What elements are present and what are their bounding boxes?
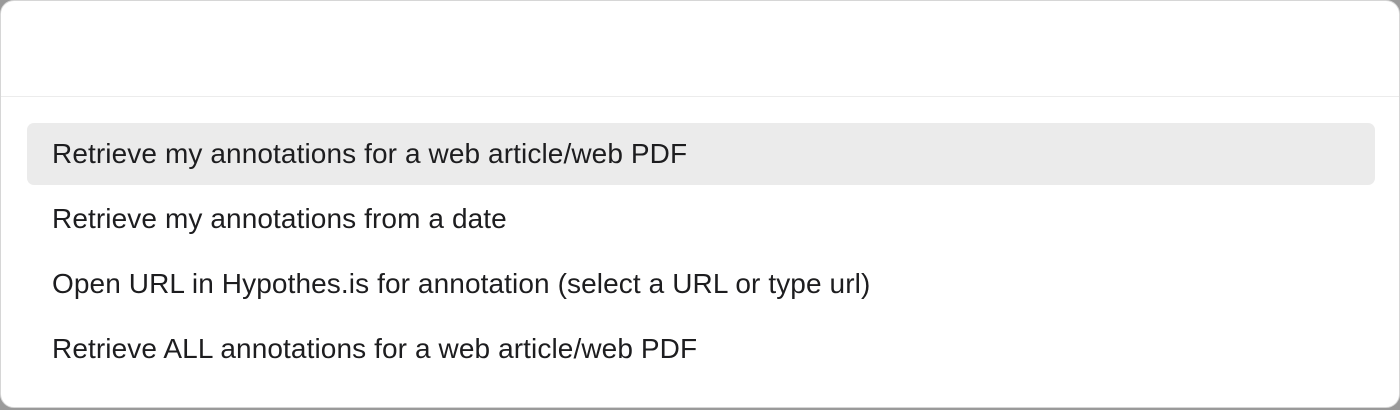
search-input[interactable] (41, 27, 1365, 73)
result-item-retrieve-all-annotations[interactable]: Retrieve ALL annotations for a web artic… (27, 318, 1375, 380)
result-label: Retrieve my annotations from a date (52, 203, 507, 234)
results-list: Retrieve my annotations for a web articl… (27, 123, 1375, 383)
search-area (1, 1, 1399, 97)
result-item-open-url-hypothesis[interactable]: Open URL in Hypothes.is for annotation (… (27, 253, 1375, 315)
result-item-retrieve-my-annotations-web[interactable]: Retrieve my annotations for a web articl… (27, 123, 1375, 185)
result-item-retrieve-annotations-from-date[interactable]: Retrieve my annotations from a date (27, 188, 1375, 250)
result-label: Retrieve my annotations for a web articl… (52, 138, 688, 169)
result-label: Open URL in Hypothes.is for annotation (… (52, 268, 871, 299)
command-palette: Retrieve my annotations for a web articl… (0, 0, 1400, 408)
result-label: Retrieve ALL annotations for a web artic… (52, 333, 698, 364)
